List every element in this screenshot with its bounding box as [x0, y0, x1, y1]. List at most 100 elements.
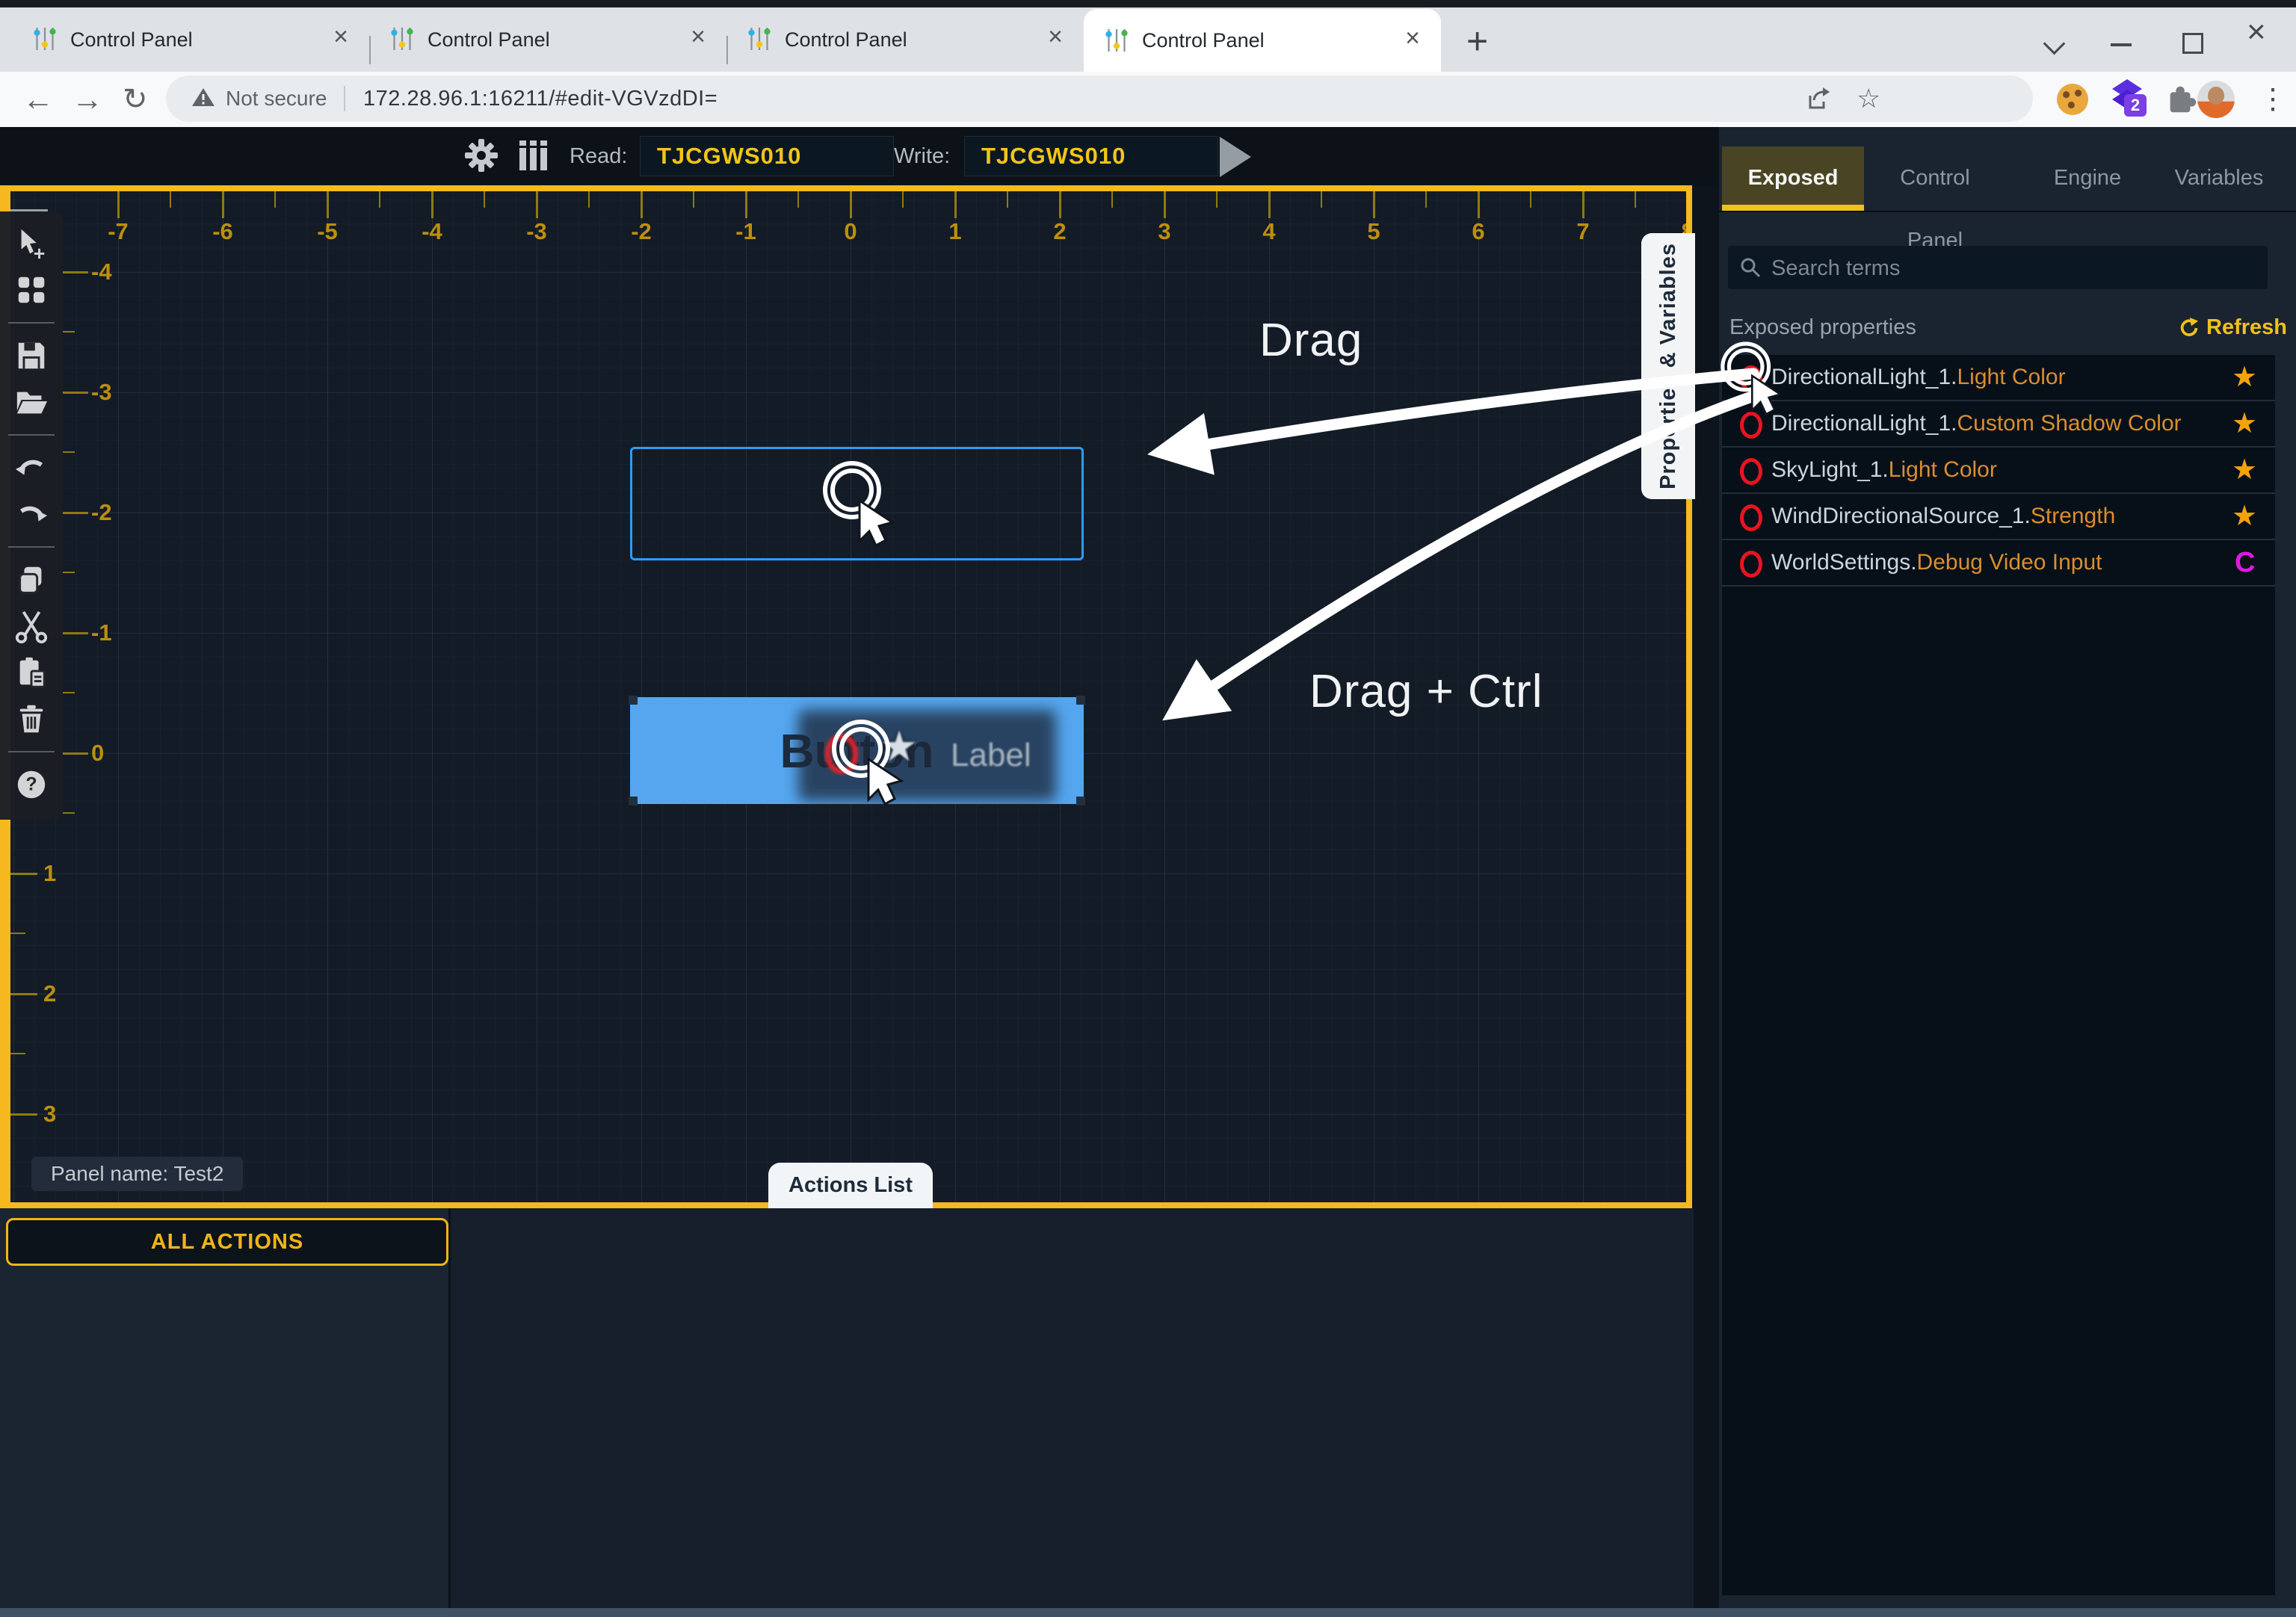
window-chevron-button[interactable] — [2046, 36, 2062, 52]
maximize-button[interactable] — [2182, 33, 2203, 54]
forward-button[interactable]: → — [72, 72, 103, 127]
resize-handle[interactable] — [629, 696, 638, 705]
tab-close-icon[interactable]: × — [1048, 22, 1063, 52]
not-secure-label[interactable]: Not secure — [226, 75, 327, 122]
tab-title: Control Panel — [1142, 9, 1265, 72]
close-window-button[interactable]: × — [2247, 13, 2266, 51]
resize-handle[interactable] — [1076, 696, 1085, 705]
play-button[interactable] — [1220, 137, 1251, 177]
minimize-button[interactable] — [2111, 43, 2132, 46]
ruler-minor-tick-h — [1216, 191, 1218, 208]
exposed-property-row[interactable]: DirectionalLight_1.Custom Shadow Color★ — [1722, 401, 2275, 448]
actions-list-tab[interactable]: Actions List — [768, 1163, 933, 1208]
move-select-icon — [14, 226, 49, 261]
refresh-button[interactable]: Refresh — [2178, 315, 2287, 340]
properties-variables-label: Properties & Variables — [1656, 243, 1681, 489]
extensions-puzzle-icon[interactable] — [2164, 82, 2199, 117]
components-button[interactable] — [0, 267, 63, 313]
exposed-property-row[interactable]: SkyLight_1.Light Color★ — [1722, 448, 2275, 494]
tab-close-icon[interactable]: × — [333, 22, 348, 52]
favorite-star-icon[interactable]: ★ — [2232, 355, 2257, 400]
click-cursor-icon — [809, 453, 913, 561]
sidebar-tab-engine[interactable]: Engine — [2035, 146, 2140, 209]
browser-tab-1[interactable]: Control Panel× — [12, 7, 369, 72]
copy-button[interactable] — [0, 557, 63, 603]
settings-gear-icon[interactable] — [463, 137, 499, 173]
move-select-button[interactable] — [0, 220, 63, 267]
address-bar[interactable]: Not secure 172.28.96.1:16211/#edit-VGVzd… — [166, 75, 2033, 122]
ruler-minor-tick-h — [170, 191, 171, 208]
properties-variables-tab[interactable]: Properties & Variables — [1641, 233, 1695, 499]
read-label: Read: — [570, 127, 627, 185]
browser-menu-icon[interactable]: ⋮ — [2259, 72, 2287, 127]
open-icon — [14, 385, 49, 419]
trash-button[interactable] — [0, 696, 63, 742]
browser-tab-strip: Control Panel × Control Panel × Control Pane… — [0, 7, 2296, 72]
share-icon[interactable] — [1804, 85, 1831, 112]
save-button[interactable] — [0, 333, 63, 379]
bookmark-star-icon[interactable]: ☆ — [1857, 75, 1880, 122]
profile-avatar[interactable] — [2197, 81, 2235, 118]
exposed-property-row[interactable]: WorldSettings.Debug Video InputC — [1722, 540, 2275, 587]
read-input[interactable]: TJCGWS010 — [640, 136, 894, 176]
controller-badge[interactable]: C — [2235, 540, 2255, 585]
tab-title: Control Panel — [785, 7, 907, 72]
redo-button[interactable] — [0, 491, 63, 537]
ruler-label-h: -4 — [402, 218, 462, 245]
favorite-star-icon[interactable]: ★ — [2232, 401, 2257, 446]
url-text[interactable]: 172.28.96.1:16211/#edit-VGVzdDI= — [363, 75, 718, 122]
avatar-face — [2208, 87, 2224, 105]
write-input[interactable]: TJCGWS010 — [964, 136, 1218, 176]
click-cursor-icon — [1709, 335, 1798, 428]
application-window: Control Panel × Control Panel × Control Pane… — [0, 0, 2296, 1617]
cookie-extension-icon[interactable] — [2057, 84, 2088, 115]
browser-tab-3[interactable]: Control Panel × — [726, 7, 1084, 72]
tab-title: Control Panel — [428, 7, 550, 72]
search-box[interactable] — [1728, 246, 2268, 289]
window-bottom-edge — [0, 1608, 2296, 1617]
browser-tab-4[interactable]: Control Panel × — [1084, 9, 1441, 72]
ruler-label-v: 2 — [43, 980, 56, 1007]
favorite-star-icon[interactable]: ★ — [2232, 448, 2257, 492]
actions-panel-main — [448, 1208, 1694, 1617]
tab-close-icon[interactable]: × — [1405, 24, 1420, 53]
paste-button[interactable] — [0, 649, 63, 696]
help-button[interactable]: ? — [0, 761, 63, 808]
purple-extension-icon[interactable]: 2 — [2109, 78, 2152, 121]
search-input[interactable] — [1770, 246, 2259, 291]
favorite-star-icon[interactable]: ★ — [2232, 494, 2257, 539]
ruler-tick-h — [1373, 191, 1375, 218]
ruler-minor-tick-h — [379, 191, 380, 208]
ruler-minor-tick-h — [588, 191, 590, 208]
not-secure-warning-icon — [191, 87, 215, 108]
back-button[interactable]: ← — [22, 72, 54, 127]
ruler-tick-h — [431, 191, 433, 218]
open-button[interactable] — [0, 379, 63, 425]
ruler-tick-v — [63, 632, 88, 634]
tab-close-icon[interactable]: × — [691, 22, 706, 52]
sidebar-tab-variables[interactable]: Variables — [2163, 146, 2275, 209]
cut-button[interactable] — [0, 603, 63, 649]
browser-tab-2[interactable]: Control Panel × — [369, 7, 726, 72]
record-circle-icon — [1740, 504, 1762, 531]
sidebar-tab-exposed[interactable]: Exposed — [1722, 146, 1864, 209]
reload-button[interactable]: ↻ — [123, 72, 148, 127]
ruler-minor-tick-h — [1007, 191, 1008, 208]
resize-handle[interactable] — [629, 797, 638, 806]
components-icon — [14, 273, 49, 307]
all-actions-button[interactable]: ALL ACTIONS — [6, 1218, 448, 1266]
ruler-minor-tick-v — [63, 331, 75, 333]
drag-annotation: Drag — [1259, 314, 1363, 367]
trash-icon — [14, 702, 49, 736]
undo-button[interactable] — [0, 445, 63, 491]
exposed-property-row[interactable]: WindDirectionalSource_1.Strength★ — [1722, 494, 2275, 540]
new-tab-button[interactable]: + — [1466, 19, 1488, 63]
ruler-label-h: -1 — [716, 218, 776, 245]
resize-handle[interactable] — [1076, 797, 1085, 806]
chevron-down-icon — [2043, 33, 2066, 55]
sidebar-tab-control-panel[interactable]: Control Panel — [1871, 146, 1999, 209]
layout-columns-icon[interactable] — [516, 137, 552, 173]
refresh-icon — [2178, 317, 2200, 339]
ruler-label-v: 3 — [43, 1101, 56, 1128]
exposed-property-row[interactable]: DirectionalLight_1.Light Color★ — [1722, 355, 2275, 401]
